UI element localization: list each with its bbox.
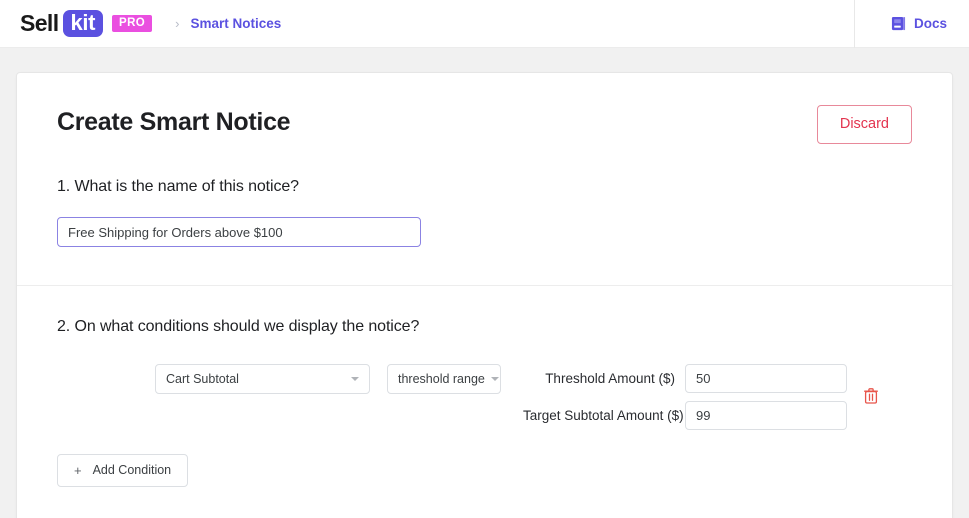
breadcrumb-smart-notices[interactable]: Smart Notices [190, 16, 281, 31]
breadcrumb-separator-icon: › [175, 16, 179, 31]
add-condition-label: Add Condition [93, 463, 172, 478]
page-body: Create Smart Notice Discard 1. What is t… [0, 48, 969, 518]
docs-label: Docs [914, 16, 947, 31]
condition-type-value: Cart Subtotal [166, 372, 345, 386]
brand-word-kit: kit [63, 10, 103, 37]
smart-notice-card: Create Smart Notice Discard 1. What is t… [16, 72, 953, 518]
brand-word-sell: Sell [20, 10, 59, 37]
question-1-label: 1. What is the name of this notice? [57, 178, 912, 196]
docs-link[interactable]: Docs [855, 16, 969, 31]
condition-row: Cart Subtotal threshold range Threshold … [155, 364, 912, 430]
target-subtotal-input[interactable] [685, 401, 847, 430]
top-bar-right: Docs [854, 0, 969, 47]
delete-condition-button[interactable] [864, 388, 878, 409]
question-1-block: 1. What is the name of this notice? [17, 178, 952, 285]
question-2-block: 2. On what conditions should we display … [17, 286, 952, 507]
page-title: Create Smart Notice [57, 105, 290, 137]
condition-type-select[interactable]: Cart Subtotal [155, 364, 370, 394]
question-2-label: 2. On what conditions should we display … [57, 318, 912, 336]
condition-fields: Threshold Amount ($) Target Subtotal Amo… [523, 364, 847, 430]
condition-operator-value: threshold range [398, 372, 485, 386]
trash-icon [864, 388, 878, 404]
discard-button[interactable]: Discard [817, 105, 912, 144]
threshold-amount-input[interactable] [685, 364, 847, 393]
brand-pro-badge: PRO [112, 15, 152, 32]
chevron-down-icon [351, 377, 359, 381]
chevron-down-icon [491, 377, 499, 381]
target-subtotal-field: Target Subtotal Amount ($) [523, 401, 847, 430]
add-condition-button[interactable]: + Add Condition [57, 454, 188, 487]
threshold-amount-field: Threshold Amount ($) [523, 364, 847, 393]
brand-logo[interactable]: Sell kit PRO [20, 10, 152, 37]
notice-name-input[interactable] [57, 217, 421, 247]
card-header: Create Smart Notice Discard [17, 73, 952, 178]
condition-operator-select[interactable]: threshold range [387, 364, 501, 394]
plus-icon: + [74, 463, 82, 478]
target-subtotal-label: Target Subtotal Amount ($) [523, 408, 685, 423]
book-icon [891, 16, 906, 31]
top-bar: Sell kit PRO › Smart Notices Docs [0, 0, 969, 48]
threshold-amount-label: Threshold Amount ($) [523, 371, 685, 386]
